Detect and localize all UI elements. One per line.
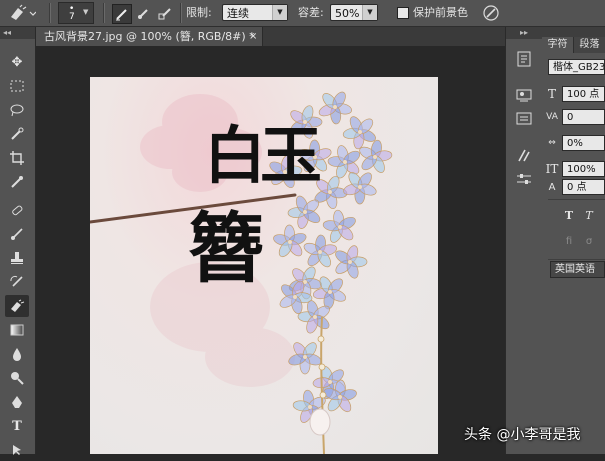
chevron-down-icon: ▼ <box>362 5 377 20</box>
document-canvas[interactable]: 白玉 簪 <box>90 77 438 454</box>
canvas-text-layer[interactable]: 白玉 簪 <box>188 125 408 325</box>
panel-divider <box>548 199 605 200</box>
marquee-tool-icon[interactable] <box>5 75 29 97</box>
tracking-input[interactable]: 0% <box>562 135 605 151</box>
clone-stamp-tool-icon[interactable] <box>5 247 29 269</box>
document-tab[interactable]: 古风背景27.jpg @ 100% (簪, RGB/8#) * × <box>36 27 263 46</box>
dodge-tool-icon[interactable] <box>5 367 29 389</box>
move-tool-icon[interactable]: ✥ <box>5 51 29 73</box>
tolerance-label: 容差: <box>298 6 324 19</box>
eyedropper-tool-icon[interactable] <box>5 171 29 193</box>
panel-divider <box>548 259 605 260</box>
limits-label: 限制: <box>186 6 212 19</box>
adjustments-panel-icon[interactable] <box>514 169 534 189</box>
sampling-once-icon[interactable] <box>134 4 152 22</box>
limits-value: 连续 <box>227 7 249 20</box>
tools-panel: ◂◂ ✥ T <box>0 27 36 455</box>
pen-tool-icon[interactable] <box>5 391 29 413</box>
character-panel: 字符 段落 楷体_GB231 T 100 点 VA 0 ⇔ 0% IT 100%… <box>542 27 605 454</box>
baseline-shift-icon: A <box>548 181 556 193</box>
tab-character[interactable]: 字符 <box>542 37 574 53</box>
tracking-icon: ⇔ <box>548 138 556 148</box>
sampling-continuous-icon[interactable] <box>112 4 132 24</box>
font-size-icon: T <box>547 87 556 101</box>
watermark-text: 头条 @小李哥是我 <box>464 427 581 443</box>
protect-foreground-checkbox[interactable] <box>397 7 409 19</box>
petal-center <box>308 405 312 409</box>
font-size-input[interactable]: 100 点 <box>562 86 605 102</box>
history-brush-tool-icon[interactable] <box>5 271 29 293</box>
chevron-down-icon: ▼ <box>83 8 89 16</box>
tablet-pressure-icon[interactable] <box>481 3 501 23</box>
document-tab-title: 古风背景27.jpg @ 100% (簪, RGB/8#) * <box>44 30 255 43</box>
limits-select[interactable]: 连续 ▼ <box>222 4 288 21</box>
brush-size-value: 7 <box>69 12 75 22</box>
faux-italic-icon[interactable]: T <box>582 207 596 223</box>
panel-icon-strip: ▸▸ <box>505 27 543 454</box>
canvas-text-line1: 白玉 <box>204 119 322 192</box>
crop-tool-icon[interactable] <box>5 147 29 169</box>
options-bar: • 7 ▼ 限制: 连续 ▼ 容差: 50% ▼ 保护前景色 <box>0 0 605 27</box>
brush-preset-picker[interactable]: • 7 ▼ <box>58 2 94 24</box>
collapse-arrows-icon[interactable]: ▸▸ <box>506 27 542 39</box>
tab-paragraph[interactable]: 段落 <box>574 37 605 53</box>
path-selection-tool-icon[interactable] <box>5 439 29 461</box>
tolerance-value: 50% <box>335 7 360 20</box>
faux-bold-icon[interactable]: T <box>562 207 576 223</box>
info-panel-icon[interactable] <box>514 85 534 105</box>
canvas-text-line2: 簪 <box>188 204 264 293</box>
font-family-select[interactable]: 楷体_GB231 <box>548 59 605 75</box>
swatches-panel-icon[interactable] <box>514 109 534 129</box>
blur-tool-icon[interactable] <box>5 343 29 365</box>
collapse-arrows-icon[interactable]: ◂◂ <box>0 27 35 39</box>
petal-center <box>338 395 342 399</box>
brush-tool-icon[interactable] <box>5 223 29 245</box>
vertical-scale-icon: IT <box>545 162 559 176</box>
lasso-tool-icon[interactable] <box>5 99 29 121</box>
close-icon[interactable]: × <box>249 27 257 46</box>
tool-presets-icon[interactable] <box>514 145 534 165</box>
quick-selection-tool-icon[interactable] <box>5 123 29 145</box>
petal-center <box>303 355 307 359</box>
kerning-input[interactable]: 0 <box>562 109 605 125</box>
vertical-scale-input[interactable]: 100% <box>562 161 605 177</box>
history-panel-icon[interactable] <box>514 49 534 69</box>
petal-center <box>333 105 337 109</box>
background-eraser-tool-icon[interactable] <box>5 295 29 317</box>
chevron-down-icon: ▼ <box>272 5 287 20</box>
ligature-icon[interactable]: fi <box>562 233 576 249</box>
kerning-icon: VA <box>546 112 558 122</box>
petal-center <box>328 380 332 384</box>
background-eraser-tool-icon[interactable] <box>6 3 38 23</box>
tolerance-input[interactable]: 50% ▼ <box>330 4 378 21</box>
gradient-tool-icon[interactable] <box>5 319 29 341</box>
type-tool-icon[interactable]: T <box>5 415 29 437</box>
healing-brush-tool-icon[interactable] <box>5 199 29 221</box>
baseline-shift-input[interactable]: 0 点 <box>562 179 605 195</box>
language-select[interactable]: 英国英语 <box>550 261 605 278</box>
sampling-background-swatch-icon[interactable] <box>156 4 174 22</box>
protect-foreground-label: 保护前景色 <box>413 6 468 19</box>
discretionary-ligature-icon[interactable]: σ <box>582 233 596 249</box>
